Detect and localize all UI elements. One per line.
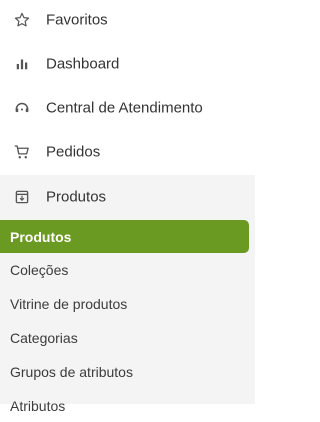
bar-chart-icon [12, 54, 32, 74]
submenu-item-label: Atributos [10, 398, 66, 414]
sidebar-item-label: Dashboard [46, 55, 120, 73]
sidebar-item-dashboard[interactable]: Dashboard [0, 42, 255, 86]
sidebar-nav: Favoritos Dashboard Central de Atendimen… [0, 0, 255, 414]
star-icon [12, 10, 32, 30]
submenu-item-categorias[interactable]: Categorias [0, 322, 255, 354]
sidebar-item-central-de-atendimento[interactable]: Central de Atendimento [0, 86, 255, 130]
sidebar-item-label: Produtos [46, 188, 107, 206]
submenu-item-vitrine-de-produtos[interactable]: Vitrine de produtos [0, 288, 255, 320]
sidebar-item-label: Favoritos [46, 11, 108, 29]
submenu-item-atributos[interactable]: Atributos [0, 390, 255, 422]
submenu-item-produtos[interactable]: Produtos [0, 220, 249, 253]
product-box-icon [12, 187, 32, 207]
sidebar-item-favoritos[interactable]: Favoritos [0, 0, 255, 42]
sidebar-item-produtos[interactable]: Produtos [0, 175, 255, 219]
submenu-item-label: Produtos [10, 228, 72, 245]
sidebar-item-pedidos[interactable]: Pedidos [0, 130, 255, 174]
submenu-item-label: Coleções [10, 262, 69, 278]
sidebar-item-label: Central de Atendimento [46, 99, 203, 117]
submenu-item-colecoes[interactable]: Coleções [0, 254, 255, 286]
sidebar-item-label: Pedidos [46, 143, 101, 161]
cart-icon [12, 142, 32, 162]
submenu-item-label: Categorias [10, 330, 78, 346]
submenu-item-label: Grupos de atributos [10, 364, 133, 380]
produtos-submenu: Produtos Coleções Vitrine de produtos Ca… [0, 219, 255, 414]
submenu-item-label: Vitrine de produtos [10, 296, 128, 312]
headset-icon [12, 98, 32, 118]
submenu-item-grupos-de-atributos[interactable]: Grupos de atributos [0, 356, 255, 388]
